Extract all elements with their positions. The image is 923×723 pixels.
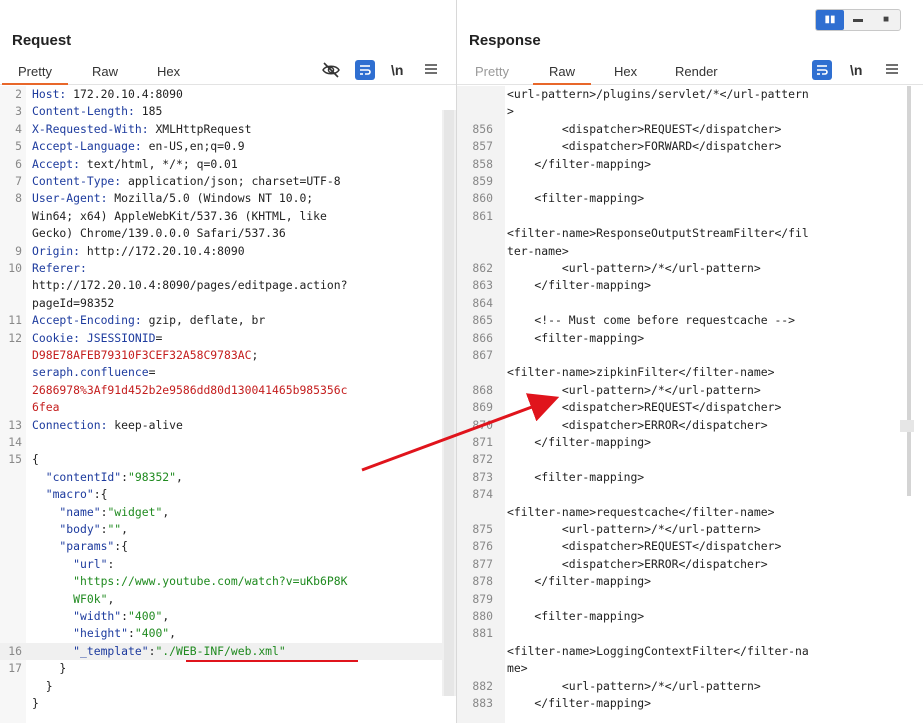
annotation-arrow	[361, 393, 560, 472]
